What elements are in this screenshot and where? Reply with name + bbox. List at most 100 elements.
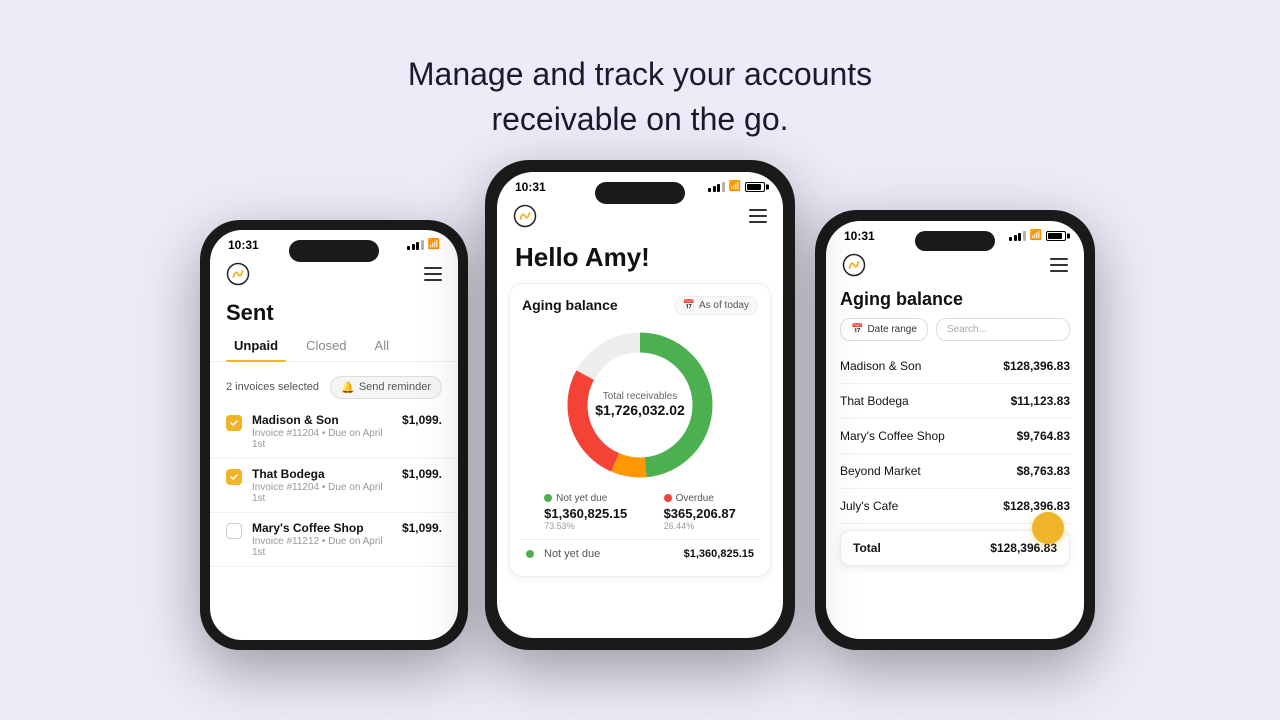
balance-name-2: Mary's Coffee Shop bbox=[840, 429, 945, 443]
status-icons-right: 📶 bbox=[1009, 230, 1066, 241]
battery-icon-center bbox=[745, 182, 765, 192]
filter-row: 📅 Date range Search... bbox=[826, 318, 1084, 349]
time-right: 10:31 bbox=[844, 229, 875, 243]
invoice-sub-2: Invoice #11212 • Due on April 1st bbox=[252, 536, 392, 558]
signal-icon-center bbox=[708, 182, 725, 192]
phone-center: 10:31 📶 bbox=[485, 160, 795, 650]
aging-title-center: Aging balance bbox=[522, 297, 618, 313]
invoice-amount-2: $1,099. bbox=[402, 521, 442, 535]
signal-icon-right bbox=[1009, 231, 1026, 241]
tab-closed[interactable]: Closed bbox=[298, 330, 354, 361]
status-icons-center: 📶 bbox=[708, 181, 765, 192]
search-input-right[interactable]: Search... bbox=[936, 318, 1070, 341]
status-icons-left: 📶 bbox=[407, 239, 440, 250]
legend-overdue: Overdue $365,206.87 26.44% bbox=[664, 493, 736, 531]
selected-info: 2 invoices selected 🔔 Send reminder bbox=[210, 370, 458, 405]
send-reminder-label: Send reminder bbox=[359, 381, 431, 393]
checkbox-1[interactable] bbox=[226, 469, 242, 485]
not-yet-due-row: Not yet due $1,360,825.15 bbox=[522, 539, 758, 564]
invoice-name-2: Mary's Coffee Shop bbox=[252, 521, 392, 535]
invoice-amount-0: $1,099. bbox=[402, 413, 442, 427]
hamburger-right[interactable] bbox=[1050, 258, 1068, 272]
invoice-name-1: That Bodega bbox=[252, 467, 392, 481]
date-range-button[interactable]: 📅 Date range bbox=[840, 318, 928, 341]
legend-row: Not yet due $1,360,825.15 73.53% Overdue… bbox=[522, 493, 758, 531]
tooltip-bubble bbox=[1032, 512, 1064, 544]
phones-container: 10:31 📶 bbox=[0, 170, 1280, 650]
legend-label-overdue: Overdue bbox=[676, 493, 714, 504]
notch-right bbox=[915, 231, 995, 251]
signal-icon-left bbox=[407, 240, 424, 250]
donut-label: Total receivables bbox=[595, 391, 685, 402]
nyd-amount: $1,360,825.15 bbox=[684, 548, 754, 560]
battery-icon-right bbox=[1046, 231, 1066, 241]
logo-center bbox=[513, 204, 537, 228]
notch-center bbox=[595, 182, 685, 204]
balance-amount-2: $9,764.83 bbox=[1017, 429, 1070, 443]
legend-dot-red bbox=[664, 494, 672, 502]
balance-amount-0: $128,396.83 bbox=[1003, 359, 1070, 373]
greeting: Hello Amy! bbox=[497, 234, 783, 277]
headline-line1: Manage and track your accounts bbox=[408, 52, 872, 97]
balance-item-3: Beyond Market $8,763.83 bbox=[840, 454, 1070, 489]
time-center: 10:31 bbox=[515, 180, 546, 194]
legend-label-nyd: Not yet due bbox=[556, 493, 607, 504]
bell-icon: 🔔 bbox=[341, 381, 355, 394]
checkbox-0[interactable] bbox=[226, 415, 242, 431]
invoice-sub-0: Invoice #11204 • Due on April 1st bbox=[252, 428, 392, 450]
notch-left bbox=[289, 240, 379, 262]
as-of-today[interactable]: 📅 As of today bbox=[674, 296, 758, 315]
legend-not-yet-due: Not yet due $1,360,825.15 73.53% bbox=[544, 493, 627, 531]
aging-balance-title: Aging balance bbox=[826, 283, 1084, 318]
nyd-dot bbox=[526, 550, 534, 558]
donut-amount: $1,726,032.02 bbox=[595, 402, 685, 418]
search-placeholder: Search... bbox=[947, 324, 987, 335]
invoice-item-0: Madison & Son Invoice #11204 • Due on Ap… bbox=[210, 405, 458, 459]
balance-name-0: Madison & Son bbox=[840, 359, 921, 373]
checkbox-2[interactable] bbox=[226, 523, 242, 539]
balance-amount-1: $11,123.83 bbox=[1011, 394, 1070, 408]
tab-all[interactable]: All bbox=[367, 330, 397, 361]
headline-line2: receivable on the go. bbox=[408, 97, 872, 142]
nyd-label: Not yet due bbox=[544, 548, 600, 560]
time-left: 10:31 bbox=[228, 238, 259, 252]
balance-item-0: Madison & Son $128,396.83 bbox=[840, 349, 1070, 384]
balance-item-2: Mary's Coffee Shop $9,764.83 bbox=[840, 419, 1070, 454]
headline: Manage and track your accounts receivabl… bbox=[408, 52, 872, 142]
wifi-icon-right: 📶 bbox=[1030, 230, 1042, 241]
as-of-label: As of today bbox=[699, 300, 749, 311]
balance-amount-4: $128,396.83 bbox=[1003, 499, 1070, 513]
aging-section-center: Aging balance 📅 As of today bbox=[509, 283, 771, 577]
selected-count: 2 invoices selected bbox=[226, 381, 319, 393]
app-header-right bbox=[826, 247, 1084, 283]
send-reminder-button[interactable]: 🔔 Send reminder bbox=[330, 376, 442, 399]
date-range-label: Date range bbox=[867, 324, 916, 335]
legend-amount-nyd: $1,360,825.15 bbox=[544, 506, 627, 521]
balance-name-1: That Bodega bbox=[840, 394, 909, 408]
wifi-icon-center: 📶 bbox=[729, 181, 741, 192]
tab-unpaid[interactable]: Unpaid bbox=[226, 330, 286, 361]
donut-container: Total receivables $1,726,032.02 bbox=[522, 325, 758, 485]
legend-dot-green bbox=[544, 494, 552, 502]
phone-right: 10:31 📶 bbox=[815, 210, 1095, 650]
donut-center: Total receivables $1,726,032.02 bbox=[595, 391, 685, 418]
balance-amount-3: $8,763.83 bbox=[1017, 464, 1070, 478]
total-label: Total bbox=[853, 541, 881, 555]
legend-pct-nyd: 73.53% bbox=[544, 521, 627, 531]
balance-name-3: Beyond Market bbox=[840, 464, 921, 478]
legend-pct-overdue: 26.44% bbox=[664, 521, 736, 531]
invoice-amount-1: $1,099. bbox=[402, 467, 442, 481]
balance-item-1: That Bodega $11,123.83 bbox=[840, 384, 1070, 419]
calendar-icon-right: 📅 bbox=[851, 324, 863, 335]
tabs-row: Unpaid Closed All bbox=[210, 330, 458, 362]
logo-left bbox=[226, 262, 250, 286]
invoice-item-1: That Bodega Invoice #11204 • Due on Apri… bbox=[210, 459, 458, 513]
sent-title: Sent bbox=[210, 292, 458, 330]
hamburger-left[interactable] bbox=[424, 267, 442, 281]
hamburger-center[interactable] bbox=[749, 209, 767, 223]
invoice-item-2: Mary's Coffee Shop Invoice #11212 • Due … bbox=[210, 513, 458, 567]
logo-right bbox=[842, 253, 866, 277]
invoice-name-0: Madison & Son bbox=[252, 413, 392, 427]
wifi-icon-left: 📶 bbox=[428, 239, 440, 250]
balance-list: Madison & Son $128,396.83 That Bodega $1… bbox=[826, 349, 1084, 524]
